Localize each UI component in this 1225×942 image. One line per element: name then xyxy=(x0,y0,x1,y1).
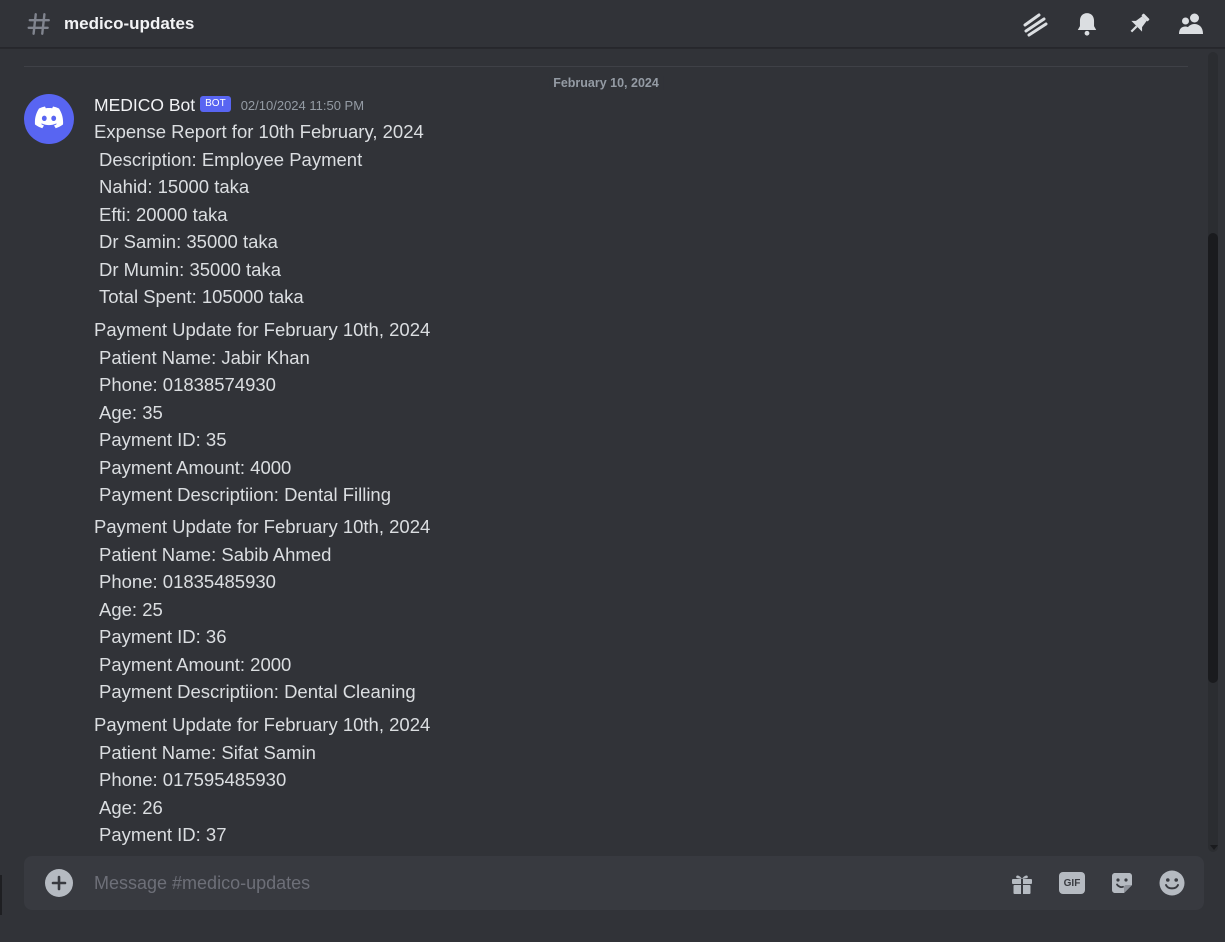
message-composer: GIF xyxy=(24,856,1204,910)
pin-icon[interactable] xyxy=(1125,10,1153,38)
threads-icon[interactable] xyxy=(1021,10,1049,38)
discord-logo-icon xyxy=(34,105,64,134)
channel-header: medico-updates xyxy=(0,0,1225,48)
emoji-icon[interactable] xyxy=(1158,869,1186,897)
block-line: Payment Amount: 2000 xyxy=(99,653,292,675)
window-edge xyxy=(0,875,2,915)
plus-icon[interactable] xyxy=(45,869,73,897)
bot-badge: BOT xyxy=(200,95,231,112)
block-line: Total Spent: 105000 taka xyxy=(99,286,304,307)
scroll-down-arrow[interactable] xyxy=(1210,845,1218,850)
block-line: Age: 35 xyxy=(99,401,163,423)
scrollbar[interactable] xyxy=(1208,52,1218,852)
hash-icon xyxy=(25,10,53,38)
block-line: Payment ID: 35 xyxy=(99,429,227,450)
message-header: MEDICO Bot BOT 02/10/2024 11:50 PM xyxy=(94,95,364,116)
block-line: Dr Mumin: 35000 taka xyxy=(99,258,282,280)
expense-report-block: Expense Report for 10th February, 2024 D… xyxy=(94,118,994,311)
gif-icon[interactable]: GIF xyxy=(1058,869,1086,897)
discord-window: medico-updates February 10, 2024 MEDICO … xyxy=(0,0,1225,942)
block-line: Patient Name: Sabib Ahmed xyxy=(99,543,332,565)
header-toolbar xyxy=(1021,0,1205,48)
block-line: Payment Descriptiion: Dental Filling xyxy=(99,484,392,505)
block-line: Nahid: 15000 taka xyxy=(99,176,250,197)
payment-update-block: Payment Update for February 10th, 2024 P… xyxy=(94,513,994,706)
bell-icon[interactable] xyxy=(1073,10,1101,38)
block-line: Age: 26 xyxy=(99,796,163,818)
payment-update-block: Payment Update for February 10th, 2024 P… xyxy=(94,711,994,849)
block-line: Payment Descriptiion: Dental Cleaning xyxy=(99,681,416,702)
block-line: Phone: 01838574930 xyxy=(99,374,276,395)
block-title: Expense Report for 10th February, 2024 xyxy=(94,121,424,142)
scrollbar-thumb[interactable] xyxy=(1208,233,1218,683)
members-icon[interactable] xyxy=(1177,10,1205,38)
block-line: Efti: 20000 taka xyxy=(99,203,228,225)
message-timestamp[interactable]: 02/10/2024 11:50 PM xyxy=(241,98,364,113)
avatar[interactable] xyxy=(24,94,74,144)
composer-toolbar: GIF xyxy=(1008,869,1186,897)
block-title: Payment Update for February 10th, 2024 xyxy=(94,714,431,735)
block-title: Payment Update for February 10th, 2024 xyxy=(94,319,431,340)
block-line: Phone: 01835485930 xyxy=(99,571,276,592)
block-line: Dr Samin: 35000 taka xyxy=(99,231,278,252)
block-line: Patient Name: Jabir Khan xyxy=(99,346,310,368)
channel-name: medico-updates xyxy=(64,13,195,33)
block-title: Payment Update for February 10th, 2024 xyxy=(94,516,431,537)
gif-label: GIF xyxy=(1059,872,1085,894)
username[interactable]: MEDICO Bot xyxy=(94,95,195,116)
block-line: Payment ID: 36 xyxy=(99,626,227,647)
block-line: Payment Amount: 4000 xyxy=(99,456,292,478)
block-line: Payment ID: 37 xyxy=(99,824,227,845)
message-list[interactable]: February 10, 2024 MEDICO Bot BOT 02/10/2… xyxy=(0,49,1210,852)
block-line: Description: Employee Payment xyxy=(99,148,363,170)
block-line: Phone: 017595485930 xyxy=(99,769,287,790)
block-line: Patient Name: Sifat Samin xyxy=(99,741,316,763)
message-input[interactable] xyxy=(94,872,1008,894)
payment-update-block: Payment Update for February 10th, 2024 P… xyxy=(94,316,994,509)
date-divider: February 10, 2024 xyxy=(24,66,1188,90)
block-line: Age: 25 xyxy=(99,598,163,620)
date-divider-label: February 10, 2024 xyxy=(549,76,663,90)
sticker-icon[interactable] xyxy=(1108,869,1136,897)
gift-icon[interactable] xyxy=(1008,869,1036,897)
